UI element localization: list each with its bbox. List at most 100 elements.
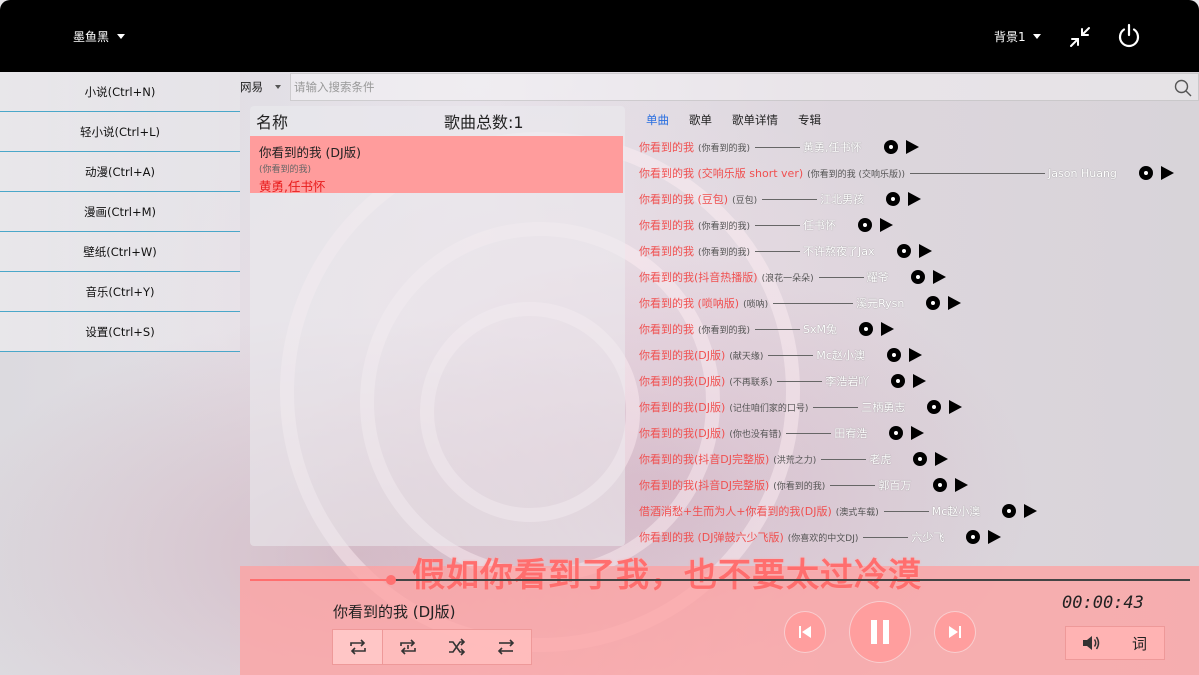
sequential-icon (498, 639, 515, 655)
repeat-one-button[interactable] (383, 630, 432, 664)
progress-bar[interactable] (250, 575, 1190, 585)
song-row[interactable]: 你看到的我 (DJ弹鼓六少飞版) (你喜欢的中文DJ) 六少飞 (636, 524, 1196, 550)
sidebar-item-wallpaper[interactable]: 壁纸(Ctrl+W) (0, 232, 240, 272)
play-icon[interactable] (935, 452, 949, 466)
repeat-all-icon (349, 639, 366, 655)
repeat-all-button[interactable] (333, 630, 384, 664)
play-icon[interactable] (905, 140, 919, 154)
sidebar-item-comic[interactable]: 漫画(Ctrl+M) (0, 192, 240, 232)
play-icon[interactable] (988, 530, 1002, 544)
song-list: 你看到的我 (你看到的我) 黄勇,任书怀 你看到的我 (交响乐版 short ver)… (636, 134, 1196, 550)
play-icon[interactable] (880, 218, 894, 232)
user-menu[interactable]: 墨鱼黑 (73, 28, 126, 45)
pause-button[interactable] (850, 602, 910, 662)
progress-handle[interactable] (386, 575, 396, 585)
search-input[interactable] (291, 74, 1198, 100)
song-row[interactable]: 你看到的我(DJ版) (献天缘) Mc赵小澳 (636, 342, 1196, 368)
sidebar-item-label: 音乐(Ctrl+Y) (85, 284, 155, 299)
disc-icon[interactable] (889, 426, 904, 440)
sidebar-item-settings[interactable]: 设置(Ctrl+S) (0, 312, 240, 352)
compress-icon[interactable] (1068, 25, 1092, 49)
sidebar-item-light-novel[interactable]: 轻小说(Ctrl+L) (0, 112, 240, 152)
song-album: (你看到的我) (698, 143, 751, 154)
disc-icon[interactable] (910, 270, 925, 284)
power-icon[interactable] (1116, 23, 1142, 49)
play-icon[interactable] (949, 400, 963, 414)
disc-icon[interactable] (886, 192, 901, 206)
song-album: (你看到的我) (698, 247, 751, 258)
background-select[interactable]: 背景1 (994, 28, 1041, 45)
play-icon[interactable] (1024, 504, 1038, 518)
lyrics-button[interactable]: 词 (1115, 627, 1164, 659)
sidebar-item-music[interactable]: 音乐(Ctrl+Y) (0, 272, 240, 312)
song-row[interactable]: 你看到的我(DJ版) (不再联系) 李浩岩吖 (636, 368, 1196, 394)
song-name: 你看到的我(抖音热播版) (639, 271, 758, 284)
play-icon[interactable] (881, 322, 895, 336)
separator-line (755, 328, 801, 330)
sidebar-item-novel[interactable]: 小说(Ctrl+N) (0, 72, 240, 112)
playlist-header: 名称 歌曲总数:1 (250, 106, 625, 136)
disc-icon[interactable] (859, 322, 874, 336)
tab-playlist[interactable]: 歌单 (689, 112, 712, 128)
song-row[interactable]: 你看到的我 (你看到的我) 不许熬夜了Jax (636, 238, 1196, 264)
volume-button[interactable] (1066, 627, 1115, 659)
song-row[interactable]: 你看到的我(抖音DJ完整版) (你看到的我) 郭百万 (636, 472, 1196, 498)
song-row[interactable]: 你看到的我(抖音热播版) (浪花一朵朵) 耀爷 (636, 264, 1196, 290)
tab-playlist-detail[interactable]: 歌单详情 (732, 112, 778, 128)
disc-icon[interactable] (891, 374, 906, 388)
tab-album[interactable]: 专辑 (798, 112, 821, 128)
song-row[interactable]: 你看到的我 (你看到的我) 任书怀 (636, 212, 1196, 238)
disc-icon[interactable] (913, 452, 928, 466)
tab-single[interactable]: 单曲 (646, 112, 669, 128)
sidebar: 小说(Ctrl+N) 轻小说(Ctrl+L) 动漫(Ctrl+A) 漫画(Ctr… (0, 72, 240, 352)
disc-icon[interactable] (886, 348, 901, 362)
play-icon[interactable] (932, 270, 946, 284)
play-icon[interactable] (911, 426, 925, 440)
separator-line (830, 484, 876, 486)
play-icon[interactable] (908, 348, 922, 362)
disc-icon[interactable] (1138, 166, 1153, 180)
song-artist: 黄勇,任书怀 (803, 141, 862, 154)
song-row[interactable]: 你看到的我(DJ版) (你也没有错) 田宥浩 (636, 420, 1196, 446)
song-row[interactable]: 你看到的我 (你看到的我) 黄勇,任书怀 (636, 134, 1196, 160)
playlist-item-title: 你看到的我 (DJ版) (259, 145, 362, 160)
source-select[interactable]: 网易 (240, 73, 290, 101)
separator-line (755, 146, 801, 148)
song-row[interactable]: 你看到的我(抖音DJ完整版) (洪荒之力) 老虎 (636, 446, 1196, 472)
song-row[interactable]: 你看到的我 (豆包) (豆包) 江北男孩 (636, 186, 1196, 212)
disc-icon[interactable] (927, 400, 942, 414)
shuffle-icon (449, 638, 466, 656)
play-icon[interactable] (918, 244, 932, 258)
sequential-button[interactable] (482, 630, 531, 664)
song-artist: 六少飞 (911, 531, 945, 544)
play-icon[interactable] (1160, 166, 1174, 180)
song-row[interactable]: 你看到的我 (交响乐版 short ver) (你看到的我 (交响乐版)) Jaso… (636, 160, 1196, 186)
disc-icon[interactable] (966, 530, 981, 544)
song-row[interactable]: 借酒消愁+生而为人+你看到的我(DJ版) (澳式车载) Mc赵小澳 (636, 498, 1196, 524)
playlist-item-artist: 黄勇,任书怀 (259, 179, 326, 194)
disc-icon[interactable] (896, 244, 911, 258)
play-icon[interactable] (948, 296, 962, 310)
disc-icon[interactable] (858, 218, 873, 232)
song-row[interactable]: 你看到的我 (你看到的我) SxM兔 (636, 316, 1196, 342)
previous-button[interactable] (785, 612, 825, 652)
disc-icon[interactable] (926, 296, 941, 310)
play-icon[interactable] (955, 478, 969, 492)
song-row[interactable]: 你看到的我 (唢呐版) (唢呐) 溪元Rysn (636, 290, 1196, 316)
play-icon[interactable] (908, 192, 922, 206)
playlist-item[interactable]: 你看到的我 (DJ版) (你看到的我) 黄勇,任书怀 (250, 136, 623, 194)
play-icon[interactable] (913, 374, 927, 388)
next-button[interactable] (935, 612, 975, 652)
separator-line (818, 276, 864, 278)
song-artist: SxM兔 (803, 323, 838, 336)
top-bar: 墨鱼黑 背景1 (0, 0, 1199, 72)
sidebar-item-anime[interactable]: 动漫(Ctrl+A) (0, 152, 240, 192)
song-album: (澳式车载) (835, 507, 879, 518)
song-artist: 江北男孩 (820, 193, 865, 206)
disc-icon[interactable] (883, 140, 898, 154)
search-icon[interactable] (1174, 79, 1192, 97)
shuffle-button[interactable] (433, 630, 482, 664)
song-row[interactable]: 你看到的我(DJ版) (记住咱们家的口号) 三柄勇志 (636, 394, 1196, 420)
disc-icon[interactable] (1002, 504, 1017, 518)
disc-icon[interactable] (933, 478, 948, 492)
